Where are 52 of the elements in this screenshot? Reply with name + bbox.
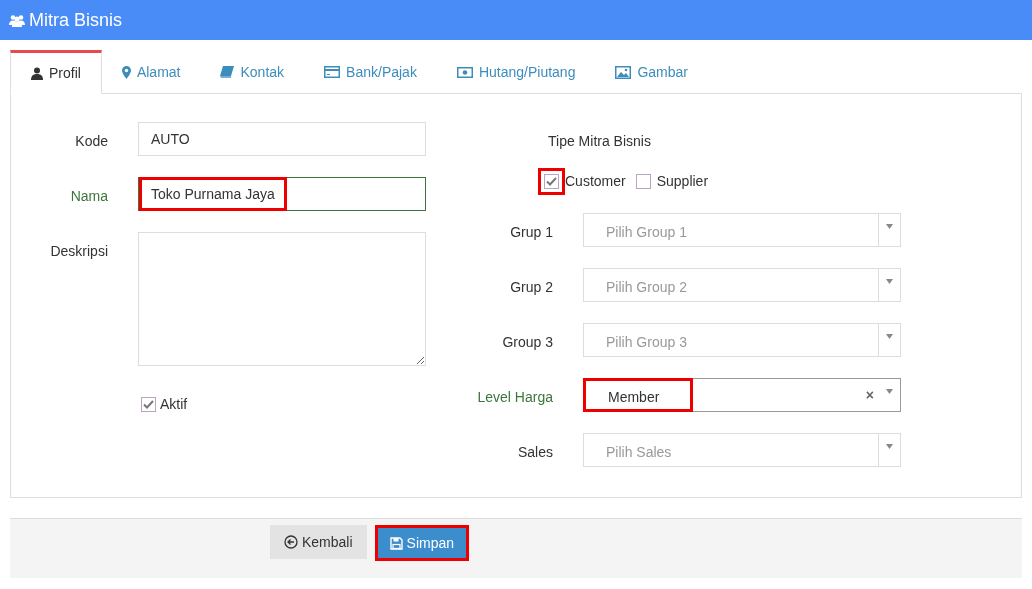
caret-icon (886, 334, 893, 339)
field-label: Grup 2 (509, 278, 553, 297)
select-value: Member (583, 378, 693, 412)
checkbox[interactable] (544, 174, 559, 189)
checkbox-label: Supplier (656, 172, 709, 191)
user-icon (31, 66, 43, 80)
users-icon (9, 13, 25, 27)
caret-icon (886, 224, 893, 229)
select-placeholder: Pilih Sales (605, 442, 673, 462)
field-value: Toko Purnama Jaya (139, 177, 287, 211)
clear-button[interactable]: × (865, 379, 878, 411)
page-title: Mitra Bisnis (29, 8, 122, 32)
image-icon (615, 65, 632, 79)
map-pin-icon (121, 65, 131, 79)
field-label: Deskripsi (49, 242, 108, 261)
field-label: Nama (69, 187, 108, 206)
select-field[interactable]: Member × (583, 378, 901, 412)
field-label: Grup 1 (509, 223, 553, 242)
back-button[interactable]: Kembali (270, 525, 367, 559)
select-field[interactable]: Pilih Group 2 (583, 268, 901, 302)
checkbox[interactable] (635, 174, 651, 189)
input-field[interactable]: Toko Purnama Jaya (138, 177, 426, 211)
back-arrow-icon (284, 535, 298, 549)
field-label: Sales (516, 443, 553, 462)
tab[interactable]: Kontak (200, 50, 305, 94)
credit-card-icon (324, 66, 341, 78)
field-label: Kode (74, 132, 108, 151)
caret-icon (886, 279, 893, 284)
book-icon (220, 66, 235, 78)
select-placeholder: Pilih Group 2 (605, 277, 688, 297)
section-label: Tipe Mitra Bisnis (548, 132, 652, 151)
select-placeholder: Pilih Group 1 (605, 222, 688, 242)
checkbox-label: Aktif (160, 395, 188, 414)
banknote-icon (456, 66, 473, 78)
select-field[interactable]: Pilih Group 1 (583, 213, 901, 247)
select-field[interactable]: Pilih Group 3 (583, 323, 901, 357)
field-label: Level Harga (476, 388, 553, 407)
tab[interactable]: Hutang/Piutang (436, 50, 596, 94)
field-label: Group 3 (501, 333, 553, 352)
tab[interactable]: Gambar (595, 50, 708, 94)
tab[interactable]: Profil (10, 50, 102, 94)
checkbox-label: Customer (565, 172, 626, 191)
input-field[interactable]: AUTO (138, 122, 426, 156)
select-field[interactable]: Pilih Sales (583, 433, 901, 467)
checkbox[interactable] (141, 397, 156, 412)
caret-icon (885, 389, 893, 394)
caret-icon (886, 444, 893, 449)
tab[interactable]: Alamat (101, 50, 201, 94)
field-value: AUTO (150, 129, 191, 149)
tab[interactable]: Bank/Pajak (304, 50, 437, 94)
save-button[interactable]: Simpan (374, 525, 470, 561)
select-placeholder: Pilih Group 3 (605, 332, 688, 352)
